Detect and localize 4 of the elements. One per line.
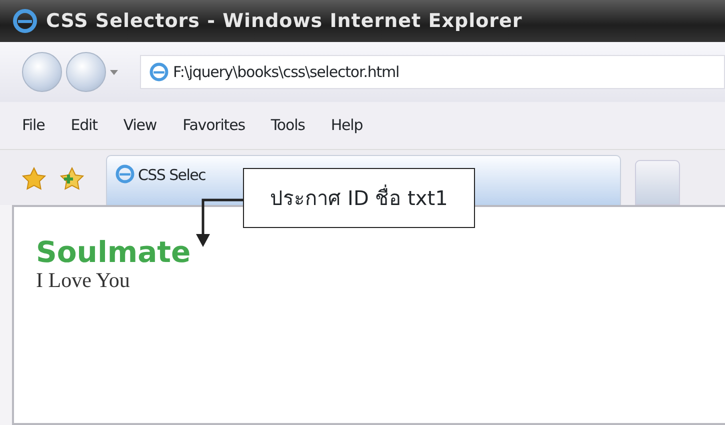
page-heading: Soulmate bbox=[36, 237, 192, 269]
callout-tooltip: ประกาศ ID ชื่อ txt1 bbox=[243, 168, 475, 228]
window-title: CSS Selectors - Windows Internet Explorer bbox=[46, 8, 522, 34]
page-text: I Love You bbox=[36, 268, 131, 292]
